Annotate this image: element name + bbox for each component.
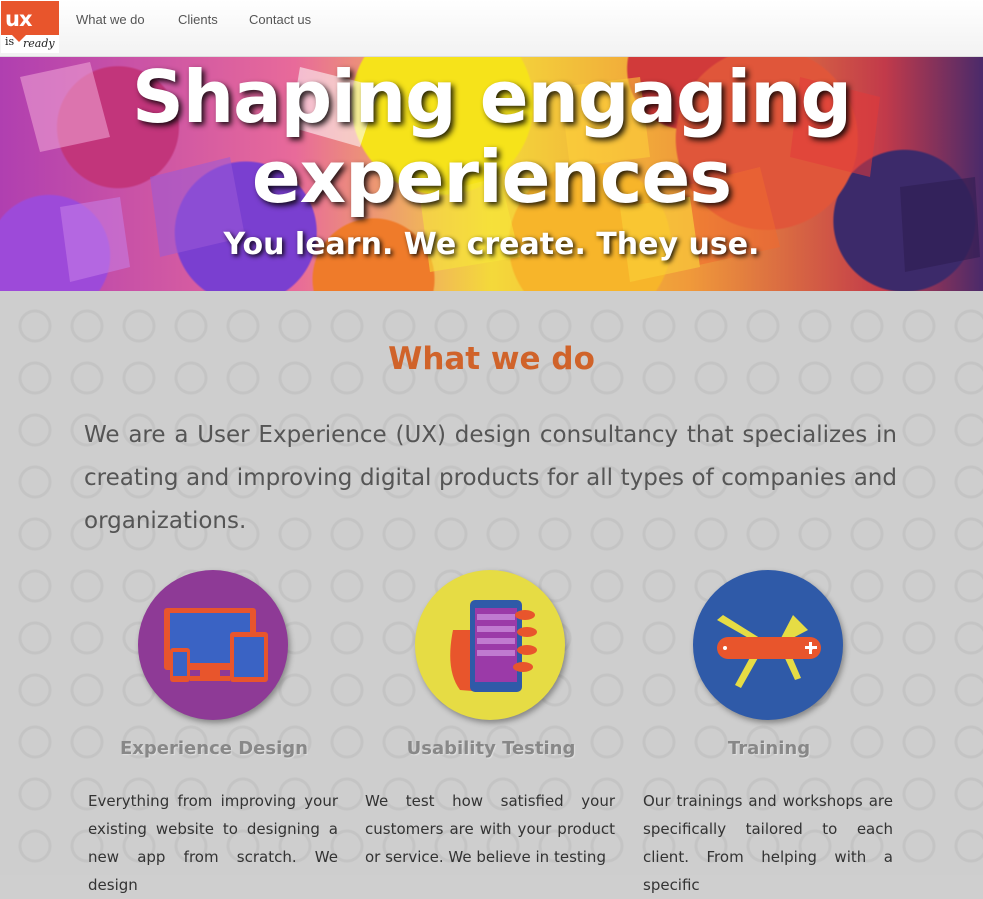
logo-text-is: is <box>5 35 15 48</box>
swiss-knife-icon <box>693 570 843 720</box>
nav-contact-us[interactable]: Contact us <box>249 12 311 27</box>
service-description: Everything from improving your existing … <box>88 792 338 894</box>
nav-what-we-do[interactable]: What we do <box>76 12 145 27</box>
service-title: Usability Testing <box>406 738 576 759</box>
devices-icon <box>138 570 288 720</box>
navbar: ux is ready What we do Clients Contact u… <box>0 0 983 57</box>
service-description: We test how satisfied your customers are… <box>365 792 615 866</box>
logo-text-ready: ready <box>23 37 55 50</box>
phone-in-hand-icon <box>415 570 565 720</box>
logo[interactable]: ux is ready <box>1 1 59 53</box>
service-title: Training <box>727 738 811 759</box>
logo-text-ux: ux <box>5 7 32 31</box>
hero-banner: Shaping engaging experiences You learn. … <box>0 57 983 291</box>
intro-paragraph: We are a User Experience (UX) design con… <box>84 422 897 534</box>
section-title: What we do <box>388 341 595 377</box>
nav-clients[interactable]: Clients <box>178 12 218 27</box>
hero-title: Shaping engaging experiences <box>0 57 983 217</box>
hero-subtitle: You learn. We create. They use. <box>223 227 760 262</box>
hero-title-line-2: experiences <box>251 135 732 219</box>
hero-title-line-1: Shaping engaging <box>131 57 852 139</box>
service-title: Experience Design <box>120 738 308 759</box>
service-description: Our trainings and workshops are specific… <box>643 792 893 894</box>
what-we-do-section: What we do We are a User Experience (UX)… <box>0 291 983 894</box>
logo-badge: ux <box>1 1 59 35</box>
